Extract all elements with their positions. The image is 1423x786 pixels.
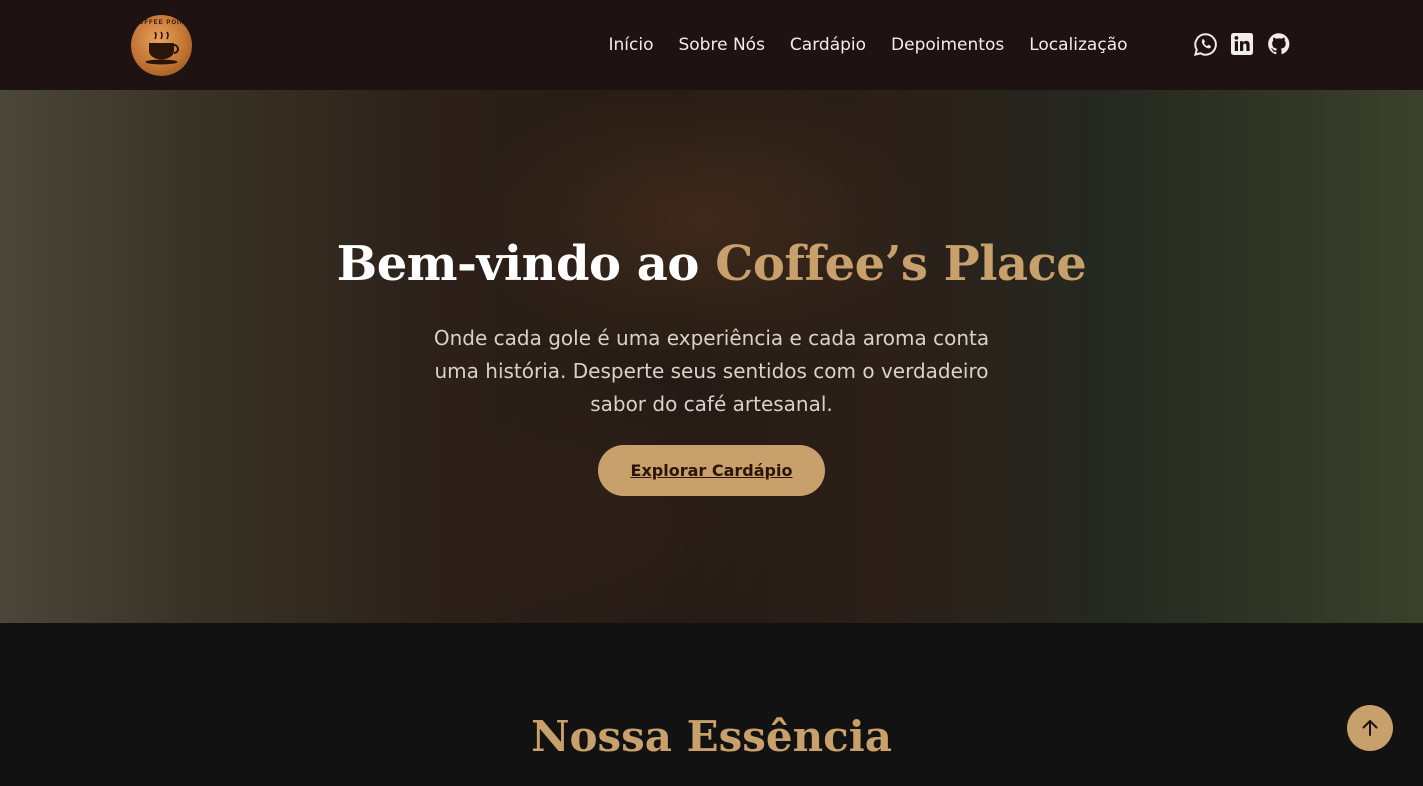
hero-section: Bem-vindo ao Coffee’s Place Onde cada go… <box>0 90 1423 623</box>
coffee-cup-icon <box>145 31 179 65</box>
nav-link-depoimentos[interactable]: Depoimentos <box>891 35 1004 55</box>
arrow-up-icon <box>1362 720 1378 736</box>
nav-link-sobre-nos[interactable]: Sobre Nós <box>678 35 764 55</box>
hero-subtitle: Onde cada gole é uma experiência e cada … <box>433 326 990 416</box>
back-to-top-button[interactable] <box>1347 705 1393 751</box>
nav-link-localizacao[interactable]: Localização <box>1029 35 1127 55</box>
main-nav: Início Sobre Nós Cardápio Depoimentos Lo… <box>596 0 1140 90</box>
hero-title-prefix: Bem-vindo ao <box>336 236 716 292</box>
hero-title-accent: Coffee’s Place <box>715 236 1087 292</box>
social-links <box>1192 31 1303 57</box>
navbar: COFFEE POINT Início Sobre Nós Cardápio D… <box>0 0 1423 90</box>
brand-logo[interactable]: COFFEE POINT <box>131 15 192 76</box>
hero-title: Bem-vindo ao Coffee’s Place <box>0 236 1423 292</box>
whatsapp-icon[interactable] <box>1192 31 1218 57</box>
logo-text: COFFEE POINT <box>133 20 190 26</box>
section-title: Nossa Essência <box>531 712 892 761</box>
nav-link-inicio[interactable]: Início <box>609 35 654 55</box>
explore-menu-button[interactable]: Explorar Cardápio <box>598 445 825 496</box>
linkedin-icon[interactable] <box>1229 31 1255 57</box>
nav-link-cardapio[interactable]: Cardápio <box>790 35 866 55</box>
hero-content: Bem-vindo ao Coffee’s Place Onde cada go… <box>0 90 1423 623</box>
github-icon[interactable] <box>1266 31 1292 57</box>
